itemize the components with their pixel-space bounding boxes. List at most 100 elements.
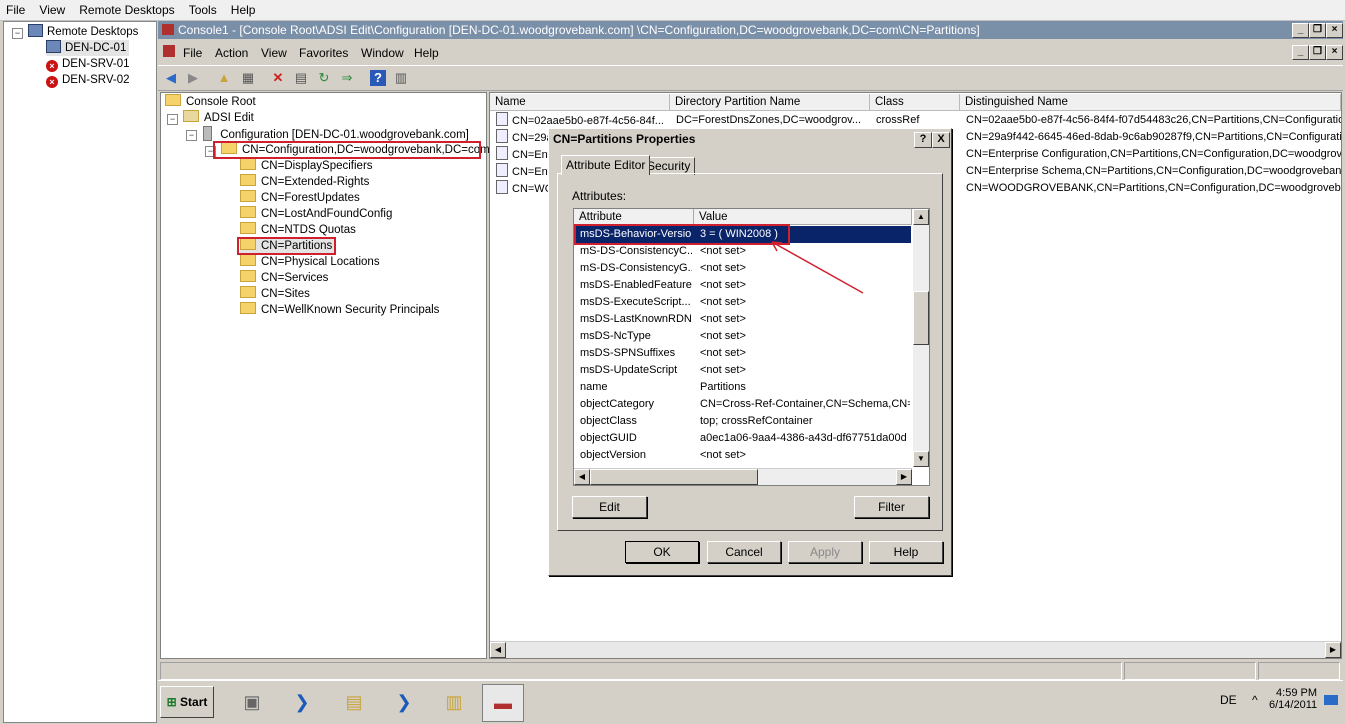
- rd-item-den-srv-01[interactable]: × DEN-SRV-01: [46, 56, 130, 72]
- filter-button[interactable]: Filter: [854, 496, 929, 518]
- mmc-menu-action[interactable]: Action: [215, 46, 248, 60]
- attribute-row[interactable]: objectVersion <not set>: [574, 447, 911, 464]
- tree-item-partitions[interactable]: CN=Partitions: [240, 238, 337, 254]
- ok-button[interactable]: OK: [625, 541, 699, 563]
- start-button[interactable]: ⊞ Start: [160, 686, 214, 718]
- tab-attribute-editor[interactable]: Attribute Editor: [561, 155, 651, 175]
- tree-item[interactable]: CN=LostAndFoundConfig: [240, 206, 392, 222]
- scroll-up-icon[interactable]: ▲: [913, 209, 929, 225]
- server-manager-icon[interactable]: ▣: [232, 684, 272, 720]
- col-name[interactable]: Name: [490, 94, 670, 111]
- mdi-close-button[interactable]: ×: [1326, 45, 1343, 60]
- tree-adsi-edit[interactable]: ADSI Edit: [183, 110, 254, 126]
- edit-button[interactable]: Edit: [572, 496, 647, 518]
- attribute-vertical-scrollbar[interactable]: ▲ ▼: [913, 209, 929, 467]
- tree-item[interactable]: CN=ForestUpdates: [240, 190, 360, 206]
- list-horizontal-scrollbar[interactable]: ◀ ▶: [490, 641, 1341, 658]
- mdi-minimize-button[interactable]: _: [1292, 45, 1309, 60]
- show-desktop-icon[interactable]: [1324, 695, 1338, 705]
- tree-item[interactable]: CN=NTDS Quotas: [240, 222, 356, 238]
- scroll-thumb[interactable]: [913, 291, 929, 345]
- attribute-row[interactable]: msDS-UpdateScript <not set>: [574, 362, 911, 379]
- mmc-console-icon[interactable]: ▬: [482, 684, 524, 722]
- collapse-icon[interactable]: −: [167, 114, 178, 125]
- explorer-icon[interactable]: ▤: [334, 684, 374, 720]
- list-item[interactable]: CN=Ent: [496, 163, 550, 180]
- mdi-restore-button[interactable]: ❐: [1309, 45, 1326, 60]
- tree-console-root[interactable]: Console Root: [165, 94, 256, 110]
- mmc-menu-window[interactable]: Window: [361, 46, 404, 60]
- show-hidden-icons-icon[interactable]: ^: [1252, 693, 1258, 707]
- menu-remote-desktops[interactable]: Remote Desktops: [73, 0, 179, 17]
- help-button[interactable]: ?: [914, 132, 932, 148]
- tree-item[interactable]: CN=DisplaySpecifiers: [240, 158, 373, 174]
- help-icon[interactable]: ?: [370, 70, 386, 86]
- attribute-row[interactable]: msDS-SPNSuffixes <not set>: [574, 345, 911, 362]
- tree-item[interactable]: CN=Physical Locations: [240, 254, 380, 270]
- list-item[interactable]: CN=29a: [496, 129, 550, 146]
- attribute-row[interactable]: msDS-LastKnownRDN <not set>: [574, 311, 911, 328]
- dialog-close-button[interactable]: X: [932, 132, 950, 148]
- delete-icon[interactable]: ✕: [270, 70, 286, 86]
- minimize-button[interactable]: _: [1292, 23, 1309, 38]
- collapse-icon[interactable]: −: [186, 130, 197, 141]
- mmc-menu-file[interactable]: File: [183, 46, 202, 60]
- list-item[interactable]: CN=WO: [496, 180, 550, 197]
- action-pane-icon[interactable]: ▥: [393, 70, 409, 86]
- tree-item[interactable]: CN=WellKnown Security Principals: [240, 302, 439, 318]
- language-indicator[interactable]: DE: [1220, 693, 1237, 707]
- close-button[interactable]: ×: [1326, 23, 1343, 38]
- scroll-right-icon[interactable]: ▶: [896, 469, 912, 485]
- attribute-row[interactable]: objectCategory CN=Cross-Ref-Container,CN=…: [574, 396, 911, 413]
- tree-root-remote-desktops[interactable]: Remote Desktops: [28, 24, 138, 40]
- mmc-menu-view[interactable]: View: [261, 46, 287, 60]
- menu-tools[interactable]: Tools: [183, 0, 222, 17]
- mmc-menu-help[interactable]: Help: [414, 46, 439, 60]
- col-value[interactable]: Value: [694, 209, 912, 225]
- tree-cn-configuration[interactable]: CN=Configuration,DC=woodgrovebank,DC=com: [221, 142, 490, 158]
- export-list-icon[interactable]: ⇒: [339, 70, 355, 86]
- properties-icon[interactable]: ▤: [293, 70, 309, 86]
- attribute-row[interactable]: msDS-NcType <not set>: [574, 328, 911, 345]
- tree-item[interactable]: CN=Sites: [240, 286, 310, 302]
- scroll-left-icon[interactable]: ◀: [490, 642, 506, 658]
- clock[interactable]: 4:59 PM 6/14/2011: [1269, 687, 1317, 711]
- scroll-down-icon[interactable]: ▼: [913, 451, 929, 467]
- help-dialog-button[interactable]: Help: [869, 541, 943, 563]
- powershell-icon-2[interactable]: ❯: [384, 684, 424, 720]
- cancel-button[interactable]: Cancel: [707, 541, 781, 563]
- restore-button[interactable]: ❐: [1309, 23, 1326, 38]
- tree-item[interactable]: CN=Extended-Rights: [240, 174, 369, 190]
- attribute-horizontal-scrollbar[interactable]: ◀ ▶: [574, 468, 912, 485]
- scroll-left-icon[interactable]: ◀: [574, 469, 590, 485]
- list-item[interactable]: CN=Ent: [496, 146, 550, 163]
- col-class[interactable]: Class: [870, 94, 960, 111]
- scroll-right-icon[interactable]: ▶: [1325, 642, 1341, 658]
- attribute-row[interactable]: objectClass top; crossRefContainer: [574, 413, 911, 430]
- collapse-icon[interactable]: −: [205, 146, 216, 157]
- menu-view[interactable]: View: [33, 0, 70, 17]
- list-item[interactable]: CN=02aae5b0-e87f-4c56-84f...: [496, 112, 668, 129]
- apply-button[interactable]: Apply: [788, 541, 862, 563]
- tree-item[interactable]: CN=Services: [240, 270, 328, 286]
- mmc-menu-favorites[interactable]: Favorites: [299, 46, 348, 60]
- attribute-row[interactable]: name Partitions: [574, 379, 911, 396]
- col-dn[interactable]: Distinguished Name: [960, 94, 1341, 111]
- refresh-icon[interactable]: ↻: [316, 70, 332, 86]
- up-folder-icon[interactable]: ▲: [216, 70, 232, 86]
- col-partition[interactable]: Directory Partition Name: [670, 94, 870, 111]
- attribute-row[interactable]: objectGUID a0ec1a06-9aa4-4386-a43d-df6775…: [574, 430, 911, 447]
- tree-configuration-server[interactable]: Configuration [DEN-DC-01.woodgrovebank.c…: [203, 126, 469, 142]
- show-hide-tree-icon[interactable]: ▦: [240, 70, 256, 86]
- menu-help[interactable]: Help: [225, 0, 261, 17]
- menu-file[interactable]: File: [0, 0, 30, 17]
- folder-app-icon[interactable]: ▥: [434, 684, 474, 720]
- rd-item-den-dc-01[interactable]: DEN-DC-01: [46, 40, 130, 56]
- rd-item-den-srv-02[interactable]: × DEN-SRV-02: [46, 72, 130, 88]
- back-arrow-icon[interactable]: ◀: [163, 70, 179, 86]
- scroll-thumb[interactable]: [590, 469, 758, 485]
- col-attribute[interactable]: Attribute: [574, 209, 694, 225]
- collapse-icon[interactable]: −: [12, 28, 23, 39]
- powershell-icon[interactable]: ❯: [282, 684, 322, 720]
- forward-arrow-icon[interactable]: ▶: [185, 70, 201, 86]
